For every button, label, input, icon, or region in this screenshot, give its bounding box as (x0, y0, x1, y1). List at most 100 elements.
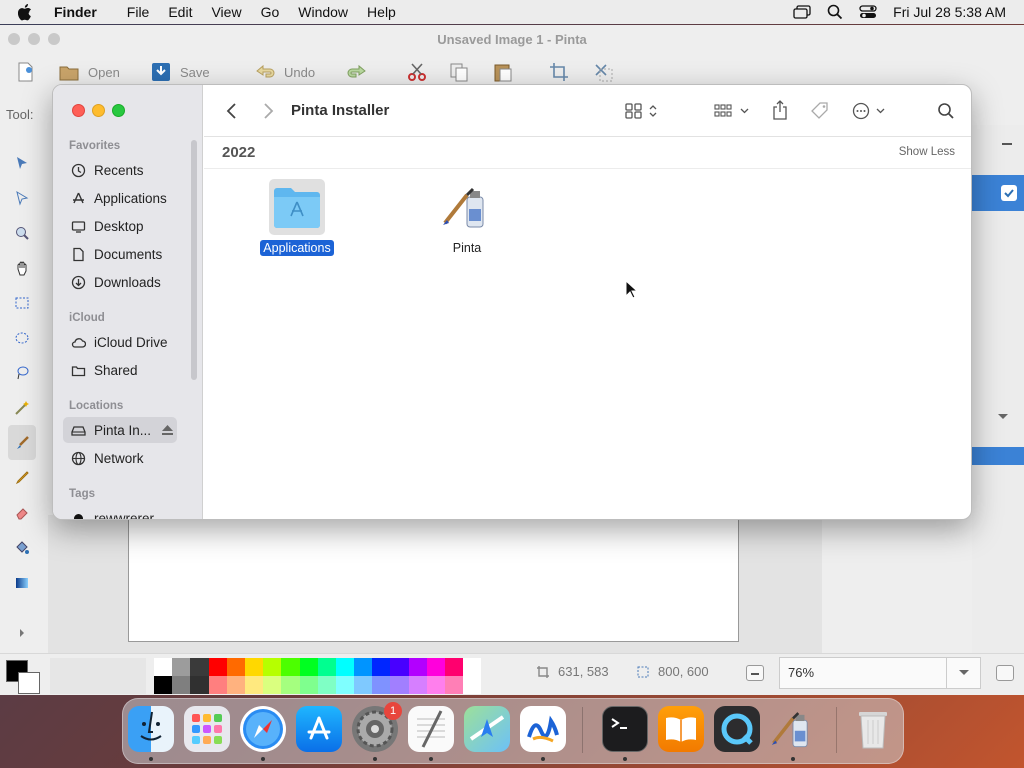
palette-swatch[interactable] (299, 658, 318, 676)
zoom-in-button[interactable] (996, 665, 1014, 681)
zoom-input[interactable]: 76% (779, 657, 947, 689)
finder-close-button[interactable] (72, 104, 85, 117)
palette-swatch[interactable] (372, 676, 391, 694)
magic-wand-tool[interactable] (8, 390, 36, 425)
palette-swatch[interactable] (445, 658, 464, 676)
palette-swatch[interactable] (372, 658, 391, 676)
menu-view[interactable]: View (211, 4, 241, 20)
file-item-applications[interactable]: Applications (252, 179, 342, 256)
palette-swatch[interactable] (463, 658, 482, 676)
palette-swatch[interactable] (281, 658, 300, 676)
palette-swatch[interactable] (281, 676, 300, 694)
sidebar-item-applications[interactable]: Applications (63, 185, 177, 211)
sidebar-scrollbar[interactable] (191, 140, 197, 380)
paintbrush-tool[interactable] (8, 425, 36, 460)
menu-help[interactable]: Help (367, 4, 396, 20)
finder-minimize-button[interactable] (92, 104, 105, 117)
dock-trash-icon[interactable] (850, 706, 896, 752)
palette-swatch[interactable] (445, 676, 464, 694)
sidebar-item-desktop[interactable]: Desktop (63, 213, 177, 239)
palette-swatch[interactable] (463, 676, 482, 694)
sidebar-item-network[interactable]: Network (63, 445, 177, 471)
menu-window[interactable]: Window (298, 4, 348, 20)
image-canvas[interactable] (128, 520, 739, 642)
palette-swatch[interactable] (390, 676, 409, 694)
palette-swatch[interactable] (190, 658, 209, 676)
menu-app-name[interactable]: Finder (54, 4, 97, 20)
dock-freeform-icon[interactable] (520, 706, 566, 752)
palette-swatch[interactable] (226, 676, 245, 694)
group-by-button[interactable] (714, 100, 749, 122)
crop-button[interactable] (548, 61, 570, 83)
palette-swatch[interactable] (335, 676, 355, 694)
search-icon[interactable] (937, 100, 955, 122)
palette-swatch[interactable] (390, 658, 409, 676)
new-image-button[interactable] (14, 61, 36, 83)
layer-row-selected[interactable] (972, 175, 1024, 211)
zoom-button[interactable] (48, 33, 60, 45)
more-actions-button[interactable] (852, 100, 885, 122)
forward-chevron-icon[interactable] (262, 102, 274, 120)
apple-menu-icon[interactable] (18, 3, 36, 21)
deselect-button[interactable] (592, 61, 614, 83)
zoom-tool[interactable] (8, 215, 36, 250)
palette-swatch[interactable] (354, 658, 373, 676)
palette-swatch[interactable] (426, 658, 445, 676)
sidebar-item-icloud-drive[interactable]: iCloud Drive (63, 329, 177, 355)
undo-button[interactable]: Undo (254, 61, 315, 83)
palette-swatch[interactable] (335, 658, 355, 676)
close-button[interactable] (8, 33, 20, 45)
eject-icon[interactable] (162, 425, 173, 435)
layer-visible-checkbox[interactable] (1001, 185, 1017, 201)
copy-button[interactable] (448, 61, 470, 83)
sidebar-item-tag[interactable]: rewwrerer (63, 505, 177, 519)
menu-clock[interactable]: Fri Jul 28 5:38 AM (893, 4, 1006, 20)
gradient-tool[interactable] (8, 565, 36, 600)
palette-swatch[interactable] (172, 676, 191, 694)
redo-button[interactable] (346, 61, 368, 83)
palette-swatch[interactable] (408, 658, 427, 676)
dock-textedit-icon[interactable] (408, 706, 454, 752)
palette-swatch[interactable] (154, 658, 173, 676)
sidebar-item-downloads[interactable]: Downloads (63, 269, 177, 295)
menu-edit[interactable]: Edit (168, 4, 192, 20)
pencil-tool[interactable] (8, 460, 36, 495)
dropdown-chevron-icon[interactable] (997, 413, 1009, 421)
share-icon[interactable] (772, 99, 788, 121)
palette-swatch[interactable] (317, 676, 336, 694)
palette-swatch[interactable] (190, 676, 209, 694)
dock-terminal-icon[interactable] (602, 706, 648, 752)
cut-button[interactable] (406, 61, 428, 83)
dock-safari-icon[interactable] (240, 706, 286, 752)
palette-swatch[interactable] (244, 676, 264, 694)
dock-pinta-icon[interactable] (770, 706, 816, 752)
screen-mirroring-icon[interactable] (793, 5, 811, 19)
open-button[interactable]: Open (58, 61, 120, 83)
sidebar-item-pinta-installer[interactable]: Pinta In... (63, 417, 177, 443)
palette-swatch[interactable] (263, 658, 282, 676)
minimize-button[interactable] (28, 33, 40, 45)
palette-swatch[interactable] (154, 676, 173, 694)
sidebar-item-documents[interactable]: Documents (63, 241, 177, 267)
menu-go[interactable]: Go (261, 4, 280, 20)
palette-swatch[interactable] (426, 676, 445, 694)
palette-swatch[interactable] (172, 658, 191, 676)
back-chevron-icon[interactable] (226, 102, 238, 120)
save-button[interactable]: Save (150, 61, 210, 83)
paste-button[interactable] (492, 61, 514, 83)
dock-app-store-icon[interactable] (296, 706, 342, 752)
collapse-panel-icon[interactable] (1002, 143, 1012, 145)
file-item-pinta[interactable]: Pinta (422, 179, 512, 256)
finder-zoom-button[interactable] (112, 104, 125, 117)
ellipse-select-tool[interactable] (8, 320, 36, 355)
show-less-button[interactable]: Show Less (899, 146, 955, 158)
dock-launchpad-icon[interactable] (184, 706, 230, 752)
expand-tools-chevron-icon[interactable] (8, 615, 36, 650)
zoom-dropdown-button[interactable] (947, 657, 981, 689)
palette-swatch[interactable] (317, 658, 336, 676)
control-center-icon[interactable] (859, 5, 877, 19)
menu-file[interactable]: File (127, 4, 150, 20)
move-selection-tool[interactable] (8, 180, 36, 215)
sidebar-item-shared[interactable]: Shared (63, 357, 177, 383)
eraser-tool[interactable] (8, 495, 36, 530)
